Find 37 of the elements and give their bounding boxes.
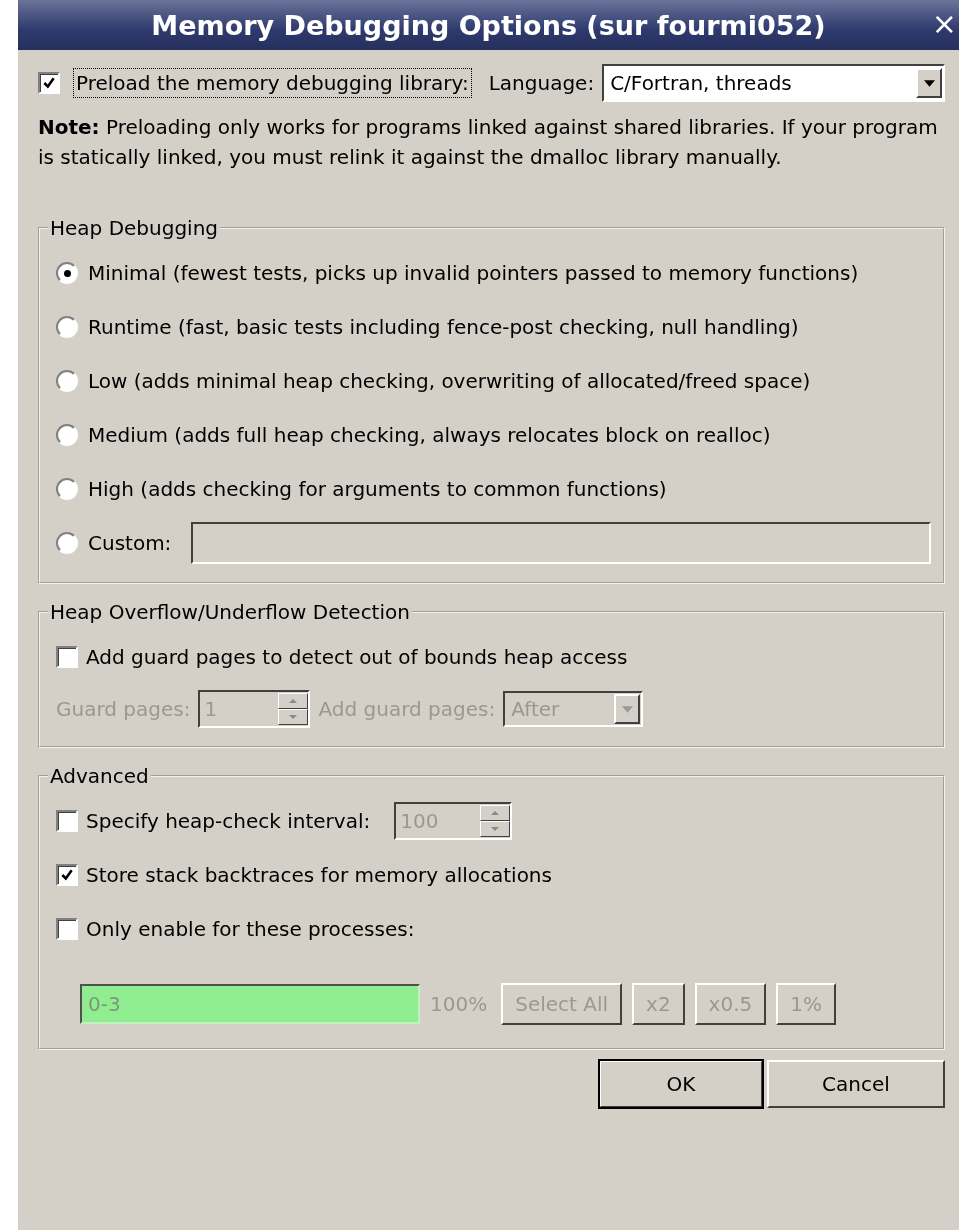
check-icon [60, 868, 74, 882]
option-label: Low (adds minimal heap checking, overwriting of allocated/freed space) [88, 369, 811, 393]
caret-icon[interactable] [916, 68, 942, 98]
close-button[interactable]: × [931, 8, 957, 40]
check-icon [42, 76, 56, 90]
radio-button[interactable] [56, 478, 78, 500]
option-label: Only enable for these processes: [86, 917, 415, 941]
option-label: Runtime (fast, basic tests including fence-post checking, null handling) [88, 315, 799, 339]
option-label: Add guard pages to detect out of bounds heap access [86, 645, 628, 669]
radio-button[interactable] [56, 424, 78, 446]
radio-button[interactable] [56, 532, 78, 554]
language-dropdown[interactable]: C/Fortran, threads [602, 64, 945, 102]
option-label: Medium (adds full heap checking, always relocates block on realloc) [88, 423, 771, 447]
checkbox[interactable] [56, 864, 78, 886]
placement-label: Add guard pages: [318, 697, 496, 721]
checkbox[interactable] [38, 72, 60, 94]
group-title: Heap Overflow/Underflow Detection [49, 600, 411, 624]
preload-label: Preload the memory debugging library: [76, 71, 469, 95]
option-label: Store stack backtraces for memory allocations [86, 863, 552, 887]
group-title: Advanced [49, 764, 150, 788]
radio-button[interactable] [56, 316, 78, 338]
group-title: Heap Debugging [49, 216, 220, 240]
checkbox[interactable] [56, 646, 78, 668]
note-text: Note: Preloading only works for programs linked against shared libraries. If your program is statically linked, you must relink it against the dmalloc library manually. [38, 114, 939, 171]
option-label: High (adds checking for arguments to common functions) [88, 477, 667, 501]
window-title: Memory Debugging Options (sur fourmi052) [151, 9, 826, 41]
radio-button[interactable] [56, 370, 78, 392]
option-label: Specify heap-check interval: [86, 809, 371, 833]
language-label: Language: [488, 71, 595, 95]
dialog-button[interactable]: Cancel [767, 1060, 945, 1108]
custom-field[interactable] [191, 522, 931, 564]
dialog-button[interactable]: OK [599, 1060, 763, 1108]
percent-label: 100% [430, 992, 488, 1016]
radio-button[interactable] [56, 262, 78, 284]
guard-pages-label: Guard pages: [56, 697, 191, 721]
option-label: Minimal (fewest tests, picks up invalid pointers passed to memory functions) [88, 261, 859, 285]
option-label: Custom: [88, 531, 172, 555]
